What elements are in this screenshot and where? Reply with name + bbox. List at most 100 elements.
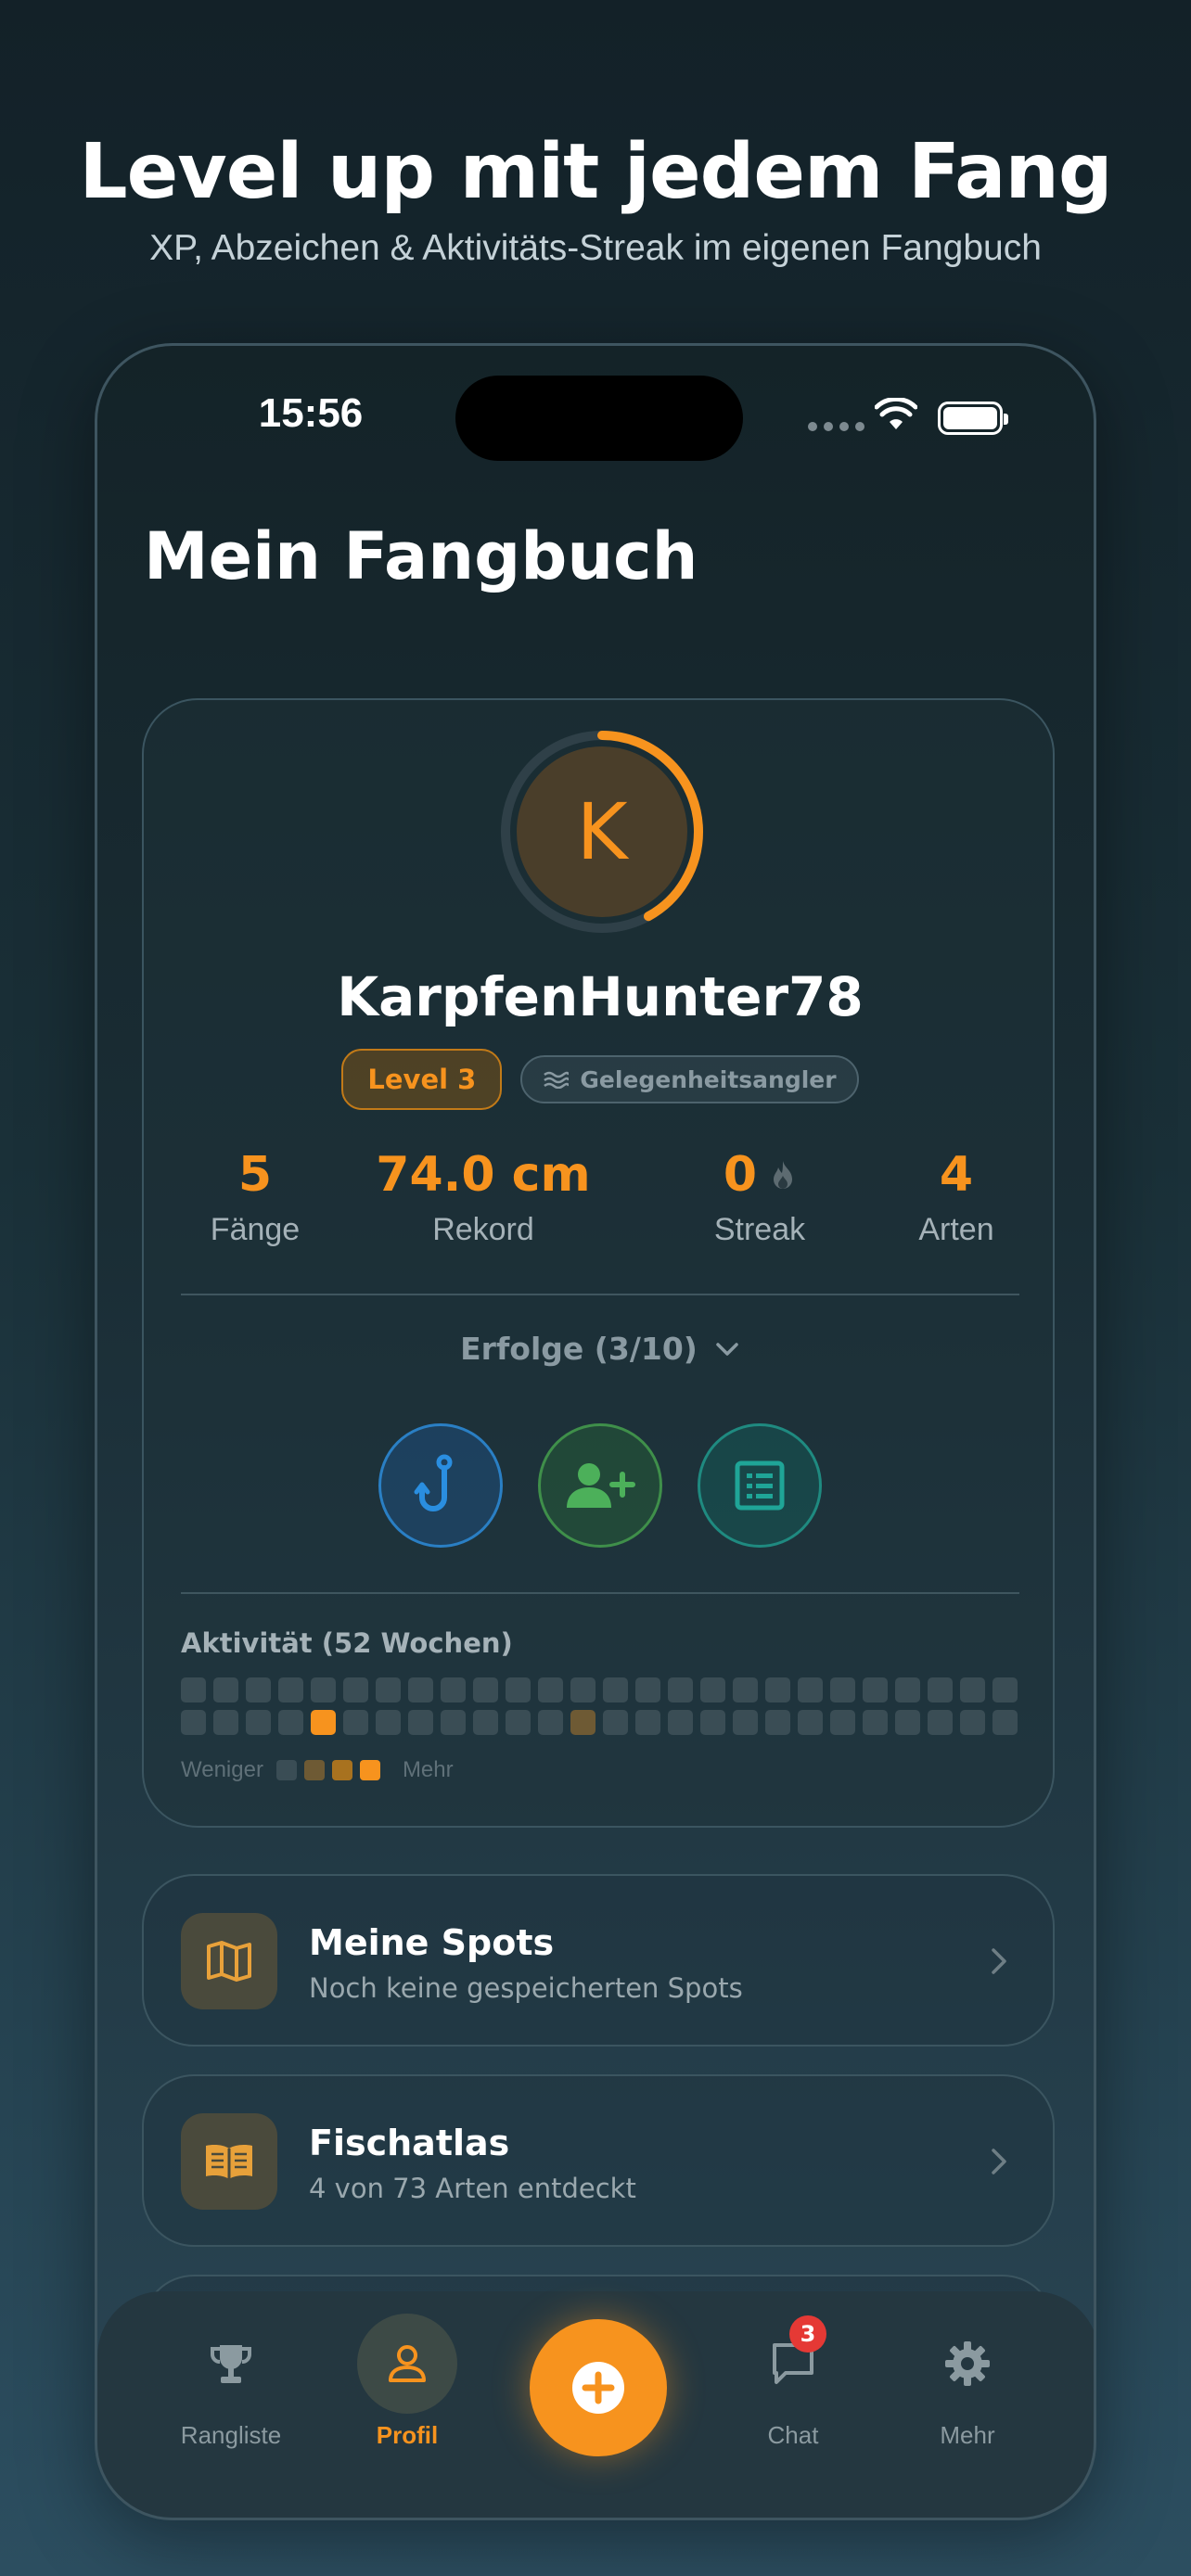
stat-catches-label: Fänge	[210, 1212, 301, 1247]
stat-streak: 0 Streak	[648, 1143, 871, 1248]
promo-subtitle: XP, Abzeichen & Aktivitäts-Streak im eig…	[149, 228, 1042, 268]
activity-cell	[733, 1710, 758, 1735]
activity-title: Aktivität (52 Wochen)	[181, 1627, 513, 1659]
activity-cell	[700, 1710, 725, 1735]
activity-cell	[830, 1710, 855, 1735]
tab-label: Rangliste	[180, 2421, 282, 2449]
book-icon	[181, 2113, 277, 2210]
status-time: 15:56	[258, 390, 364, 436]
tab-more[interactable]: Mehr	[884, 2291, 1051, 2450]
level-badge: Level 3	[341, 1049, 503, 1110]
chat-unread-badge: 3	[789, 2315, 826, 2353]
chevron-down-icon	[716, 1342, 738, 1356]
activity-cell	[863, 1677, 888, 1702]
activity-cell	[538, 1677, 563, 1702]
gear-icon	[917, 2314, 1018, 2414]
activity-cell	[441, 1677, 466, 1702]
activity-cell	[246, 1710, 271, 1735]
activity-cell	[668, 1710, 693, 1735]
activity-cell	[863, 1710, 888, 1735]
activity-cell	[992, 1677, 1018, 1702]
divider	[181, 1294, 1019, 1295]
tab-label: Chat	[767, 2421, 819, 2449]
battery-icon	[938, 402, 1008, 435]
username: KarpfenHunter78	[337, 965, 864, 1028]
phone-frame: 15:56 Mein Fangbuch K KarpfenHunter78 Le…	[95, 343, 1096, 2520]
trophy-icon	[181, 2314, 281, 2414]
activity-cell	[992, 1710, 1018, 1735]
person-icon	[357, 2314, 457, 2414]
activity-cell	[830, 1677, 855, 1702]
avatar-letter: K	[576, 786, 628, 877]
achievement-social[interactable]	[538, 1423, 662, 1548]
activity-cell	[376, 1677, 401, 1702]
tab-profile[interactable]: Profil	[324, 2291, 491, 2450]
tab-chat[interactable]: 3 Chat	[710, 2291, 877, 2450]
activity-cell	[506, 1677, 531, 1702]
legend-level-2	[331, 1760, 352, 1780]
activity-cell	[181, 1677, 206, 1702]
add-catch-button[interactable]	[530, 2319, 667, 2456]
stat-record-value: 74.0 cm	[376, 1147, 591, 1203]
activity-row	[181, 1677, 1019, 1702]
logbook-icon	[735, 1460, 785, 1511]
activity-cell	[668, 1677, 693, 1702]
achievement-logbook[interactable]	[698, 1423, 822, 1548]
tab-label: Mehr	[940, 2421, 995, 2449]
activity-cell	[960, 1677, 985, 1702]
activity-cell	[798, 1710, 823, 1735]
chat-icon: 3	[743, 2314, 843, 2414]
promo-title: Level up mit jedem Fang	[79, 128, 1112, 216]
activity-cell	[960, 1710, 985, 1735]
activity-cell	[441, 1710, 466, 1735]
profile-card: K KarpfenHunter78 Level 3 Gelegenheitsan…	[142, 698, 1055, 1828]
flame-icon	[774, 1161, 793, 1189]
menu-subtitle: 4 von 73 Arten entdeckt	[309, 2173, 636, 2204]
legend-level-3	[359, 1760, 380, 1780]
activity-cell	[798, 1677, 823, 1702]
activity-cell	[376, 1710, 401, 1735]
legend-less: Weniger	[181, 1757, 263, 1782]
activity-cell	[635, 1677, 660, 1702]
tab-label: Profil	[376, 2421, 439, 2449]
menu-fish-atlas[interactable]: Fischatlas 4 von 73 Arten entdeckt	[142, 2074, 1055, 2247]
activity-cell	[928, 1710, 953, 1735]
tab-bar: Rangliste Profil 3 Chat Mehr	[97, 2291, 1094, 2518]
activity-cell	[635, 1710, 660, 1735]
activity-cell	[408, 1677, 433, 1702]
activity-cell	[765, 1677, 790, 1702]
add-friend-icon	[567, 1463, 635, 1508]
achievements-label: Erfolge (3/10)	[460, 1331, 698, 1367]
menu-title: Meine Spots	[309, 1922, 555, 1963]
activity-cell	[895, 1710, 920, 1735]
menu-title: Fischatlas	[309, 2123, 510, 2163]
achievements-toggle[interactable]: Erfolge (3/10)	[144, 1331, 1057, 1367]
stat-streak-label: Streak	[713, 1212, 806, 1247]
avatar[interactable]: K	[498, 728, 706, 936]
tab-leaderboard[interactable]: Rangliste	[147, 2291, 314, 2450]
stat-streak-value: 0	[723, 1147, 758, 1203]
stat-catches-value: 5	[237, 1147, 273, 1203]
activity-legend: Weniger Mehr	[181, 1757, 454, 1783]
menu-my-spots[interactable]: Meine Spots Noch keine gespeicherten Spo…	[142, 1874, 1055, 2047]
activity-cell	[928, 1677, 953, 1702]
activity-cell	[570, 1677, 596, 1702]
activity-cell	[408, 1710, 433, 1735]
activity-cell	[343, 1677, 368, 1702]
dynamic-island	[455, 376, 743, 461]
achievement-first-catch[interactable]	[378, 1423, 503, 1548]
legend-level-0	[275, 1760, 297, 1780]
activity-cell	[278, 1677, 303, 1702]
activity-cell	[733, 1677, 758, 1702]
map-icon	[181, 1913, 277, 2009]
stat-record: 74.0 cm Rekord	[326, 1143, 641, 1248]
menu-subtitle: Noch keine gespeicherten Spots	[309, 1972, 743, 2004]
activity-cell	[343, 1710, 368, 1735]
activity-cell	[246, 1677, 271, 1702]
activity-cell	[603, 1710, 628, 1735]
activity-cell	[765, 1710, 790, 1735]
plus-icon	[572, 2362, 624, 2414]
activity-cell	[506, 1710, 531, 1735]
stat-species-label: Arten	[918, 1212, 994, 1247]
waves-icon	[544, 1071, 570, 1089]
